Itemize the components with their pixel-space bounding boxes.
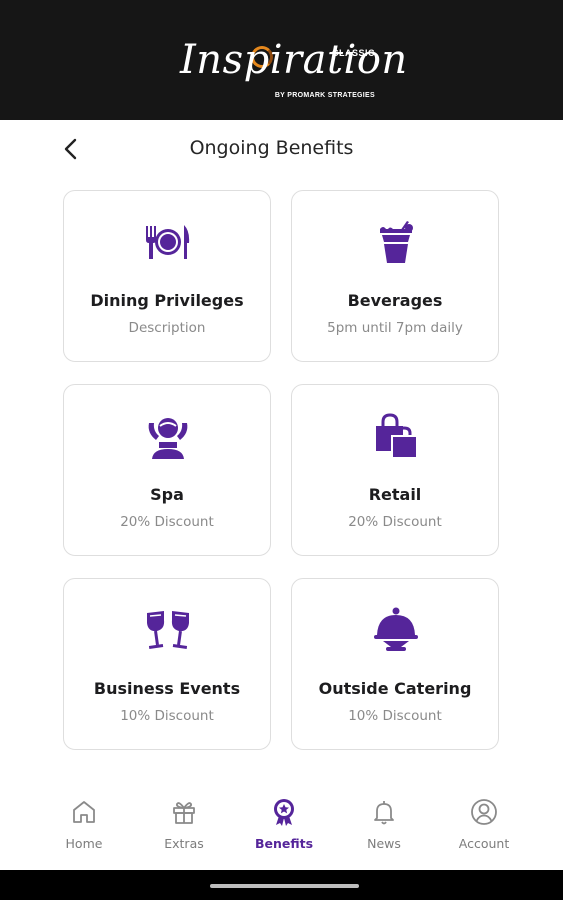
- tab-label: Home: [65, 836, 103, 851]
- system-nav-bar: [0, 870, 563, 900]
- tab-label: Extras: [164, 836, 204, 851]
- tab-home[interactable]: Home: [34, 785, 134, 860]
- tab-benefits[interactable]: Benefits: [234, 785, 334, 860]
- home-indicator[interactable]: [210, 884, 359, 888]
- benefit-title: Retail: [368, 485, 422, 504]
- page-title-bar: Ongoing Benefits: [0, 128, 563, 172]
- benefit-subtitle: 10% Discount: [348, 708, 442, 724]
- home-icon: [70, 798, 98, 826]
- tab-label: Account: [458, 836, 510, 851]
- wine-glasses-toast-icon: [143, 605, 193, 655]
- shopping-bags-icon: [371, 411, 421, 461]
- bell-icon: [370, 798, 398, 826]
- tab-label: News: [367, 836, 401, 851]
- benefit-card-retail[interactable]: Retail 20% Discount: [291, 384, 499, 556]
- tab-extras[interactable]: Extras: [134, 785, 234, 860]
- benefit-title: Beverages: [347, 291, 443, 310]
- benefit-title: Spa: [150, 485, 184, 504]
- benefit-subtitle: 20% Discount: [348, 514, 442, 530]
- logo-edition-text: CLASSIC: [331, 48, 375, 58]
- logo-script-text: Inspiration: [180, 37, 408, 83]
- tab-news[interactable]: News: [334, 785, 434, 860]
- dining-plate-icon: [143, 217, 193, 267]
- brand-logo: Inspiration CLASSIC BY PROMARK STRATEGIE…: [180, 40, 407, 110]
- app-header: Inspiration CLASSIC BY PROMARK STRATEGIE…: [0, 0, 563, 120]
- award-badge-icon: [270, 798, 298, 826]
- page-title: Ongoing Benefits: [189, 137, 354, 159]
- benefit-title: Dining Privileges: [90, 291, 244, 310]
- benefit-subtitle: 5pm until 7pm daily: [327, 320, 463, 336]
- benefit-title: Business Events: [93, 679, 241, 698]
- logo-byline-text: BY PROMARK STRATEGIES: [274, 92, 375, 99]
- benefit-subtitle: 20% Discount: [120, 514, 214, 530]
- spa-person-icon: [143, 411, 193, 461]
- serving-cloche-icon: [371, 605, 421, 655]
- tab-label: Benefits: [254, 836, 314, 851]
- bottom-tab-bar: Home Extras Benefits News Account: [0, 785, 563, 860]
- cocktail-drink-icon: [371, 217, 421, 267]
- tab-account[interactable]: Account: [434, 785, 534, 860]
- benefit-card-outside-catering[interactable]: Outside Catering 10% Discount: [291, 578, 499, 750]
- benefit-card-spa[interactable]: Spa 20% Discount: [63, 384, 271, 556]
- benefit-card-beverages[interactable]: Beverages 5pm until 7pm daily: [291, 190, 499, 362]
- benefit-card-business-events[interactable]: Business Events 10% Discount: [63, 578, 271, 750]
- benefit-card-dining[interactable]: Dining Privileges Description: [63, 190, 271, 362]
- user-circle-icon: [470, 798, 498, 826]
- gift-icon: [170, 798, 198, 826]
- benefit-subtitle: Description: [128, 320, 206, 336]
- benefit-subtitle: 10% Discount: [120, 708, 214, 724]
- benefit-title: Outside Catering: [318, 679, 472, 698]
